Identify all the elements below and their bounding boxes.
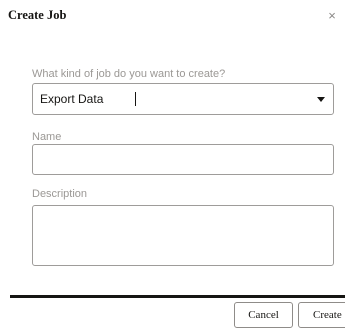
dialog-title: Create Job	[8, 8, 67, 22]
description-label: Description	[32, 188, 88, 200]
close-icon[interactable]: ×	[325, 9, 339, 23]
footer-divider	[10, 295, 345, 298]
cancel-button[interactable]: Cancel	[234, 302, 293, 328]
create-button[interactable]: Create	[298, 302, 345, 328]
job-kind-select[interactable]: Export Data	[32, 83, 334, 115]
name-label: Name	[32, 131, 62, 143]
job-kind-label: What kind of job do you want to create?	[32, 68, 226, 80]
description-textarea[interactable]	[32, 205, 334, 266]
text-cursor	[135, 92, 136, 106]
job-kind-selected-value: Export Data	[40, 92, 104, 106]
chevron-down-icon	[317, 97, 325, 102]
name-input[interactable]	[32, 144, 334, 175]
create-job-dialog: Create Job × What kind of job do you wan…	[0, 0, 345, 329]
